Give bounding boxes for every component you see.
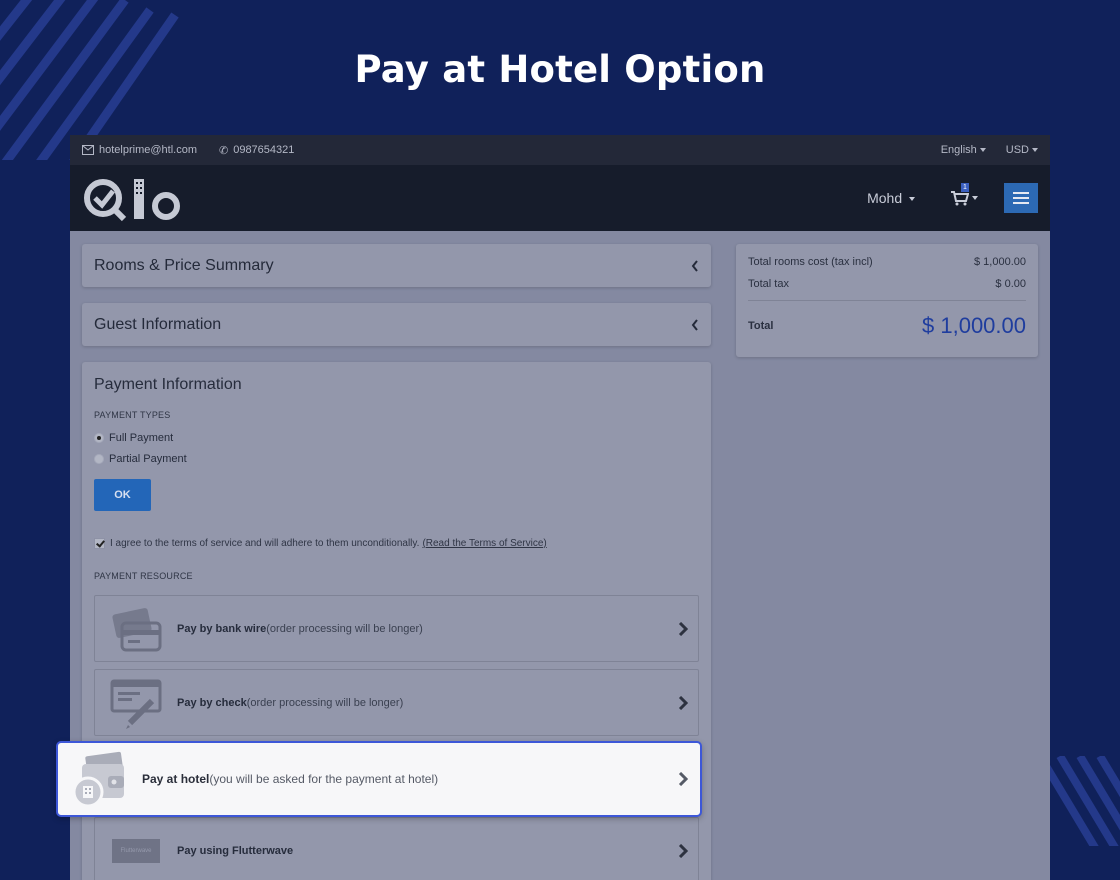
- radio-label: Partial Payment: [109, 453, 187, 465]
- panel-title: Payment Information: [94, 376, 242, 393]
- cart-count-badge: 1: [961, 182, 969, 192]
- decorative-stripes: [1040, 756, 1120, 846]
- tax-label: Total tax: [748, 278, 789, 290]
- mail-icon: [82, 145, 94, 155]
- rooms-cost-value: $ 1,000.00: [974, 256, 1026, 268]
- rooms-summary-accordion[interactable]: Rooms & Price Summary: [82, 244, 711, 287]
- top-bar: hotelprime@htl.com ✆ 0987654321 English …: [70, 135, 1050, 165]
- flutterwave-logo-text: Flutterwave: [112, 838, 160, 863]
- chevron-right-icon: [678, 772, 688, 786]
- payment-resource-label: PAYMENT RESOURCE: [94, 571, 193, 581]
- method-name: Pay by check: [177, 696, 247, 709]
- method-name: Pay by bank wire: [177, 622, 267, 635]
- total-row: Total $ 1,000.00: [748, 313, 1026, 339]
- chevron-right-icon: [678, 843, 688, 858]
- method-note: (you will be asked for the payment at ho…: [209, 772, 439, 786]
- price-summary-panel: Total rooms cost (tax incl) $ 1,000.00 T…: [736, 244, 1038, 357]
- radio-full-payment[interactable]: Full Payment: [94, 432, 699, 444]
- contact-phone[interactable]: ✆ 0987654321: [219, 144, 294, 157]
- divider: [748, 300, 1026, 301]
- payment-method-check[interactable]: Pay by check (order processing will be l…: [94, 669, 699, 736]
- chevron-left-icon: [691, 318, 698, 331]
- accordion-title: Rooms & Price Summary: [94, 256, 274, 274]
- email-text: hotelprime@htl.com: [99, 144, 197, 156]
- method-name: Pay at hotel: [142, 772, 210, 786]
- chevron-down-icon: [979, 148, 986, 153]
- total-label: Total: [748, 320, 774, 332]
- accordion-title: Guest Information: [94, 315, 222, 333]
- wallet-hotel-icon: [58, 750, 142, 808]
- payment-types-label: PAYMENT TYPES: [94, 410, 171, 420]
- bank-card-icon: [95, 603, 177, 655]
- chevron-left-icon: [691, 259, 698, 272]
- chevron-down-icon: [909, 197, 915, 202]
- currency-dropdown[interactable]: USD: [1006, 144, 1038, 156]
- user-name: Mohd: [867, 190, 903, 206]
- phone-icon: ✆: [218, 144, 229, 157]
- radio-partial-payment[interactable]: Partial Payment: [94, 453, 699, 465]
- payment-method-bank-wire[interactable]: Pay by bank wire (order processing will …: [94, 595, 699, 662]
- payment-method-flutterwave[interactable]: Flutterwave Pay using Flutterwave: [94, 817, 699, 880]
- radio-label: Full Payment: [109, 432, 174, 444]
- cart-button[interactable]: 1: [951, 182, 978, 206]
- tax-value: $ 0.00: [995, 278, 1026, 290]
- ok-button[interactable]: OK: [94, 479, 151, 511]
- chevron-right-icon: [678, 695, 688, 710]
- cart-icon: [951, 190, 969, 205]
- terms-link[interactable]: (Read the Terms of Service): [422, 538, 546, 549]
- navbar: Mohd 1: [70, 165, 1050, 231]
- method-note: (order processing will be longer): [266, 622, 423, 635]
- check-pen-icon: [95, 675, 177, 731]
- language-dropdown[interactable]: English: [941, 144, 986, 156]
- contact-email[interactable]: hotelprime@htl.com: [82, 144, 197, 156]
- total-value: $ 1,000.00: [922, 313, 1026, 338]
- tax-row: Total tax $ 0.00: [748, 278, 1026, 290]
- method-note: (order processing will be longer): [246, 696, 404, 709]
- radio-button[interactable]: [94, 433, 104, 443]
- terms-text: I agree to the terms of service and will…: [110, 538, 420, 549]
- currency-label: USD: [1005, 144, 1029, 156]
- flutterwave-logo: Flutterwave: [95, 838, 177, 863]
- guest-info-accordion[interactable]: Guest Information: [82, 303, 711, 346]
- promo-title: Pay at Hotel Option: [354, 48, 766, 91]
- chevron-right-icon: [678, 621, 688, 636]
- payment-method-pay-at-hotel[interactable]: Pay at hotel (you will be asked for the …: [56, 741, 702, 817]
- hamburger-menu-button[interactable]: [1004, 183, 1038, 213]
- terms-row: I agree to the terms of service and will…: [94, 538, 699, 549]
- chevron-down-icon: [1032, 148, 1038, 153]
- user-menu[interactable]: Mohd: [867, 190, 915, 206]
- language-label: English: [940, 144, 977, 156]
- phone-text: 0987654321: [233, 144, 295, 156]
- terms-checkbox[interactable]: [94, 538, 105, 549]
- chevron-down-icon: [972, 196, 978, 200]
- radio-button[interactable]: [94, 454, 104, 464]
- rooms-cost-label: Total rooms cost (tax incl): [748, 256, 873, 268]
- rooms-cost-row: Total rooms cost (tax incl) $ 1,000.00: [748, 256, 1026, 268]
- method-name: Pay using Flutterwave: [177, 844, 294, 857]
- qlo-logo[interactable]: [82, 173, 182, 223]
